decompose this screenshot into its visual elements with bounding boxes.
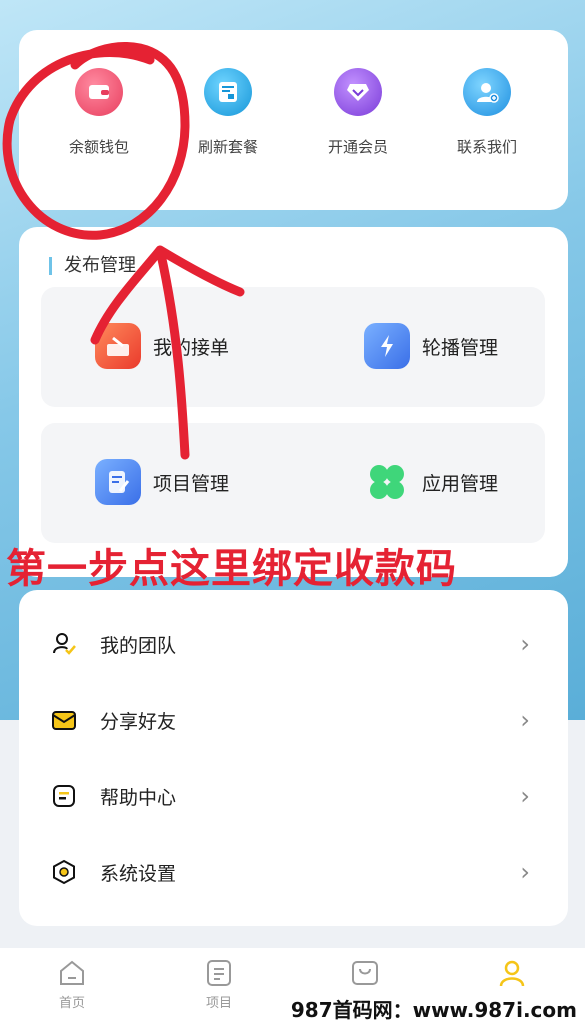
annotation-circle [2,42,190,240]
watermark: 987首码网：www.987i.com [290,998,577,1022]
annotation-overlay [2,42,245,460]
annotation-text: 第一步点这里绑定收款码 [6,546,457,592]
annotation-arrow [90,245,245,460]
